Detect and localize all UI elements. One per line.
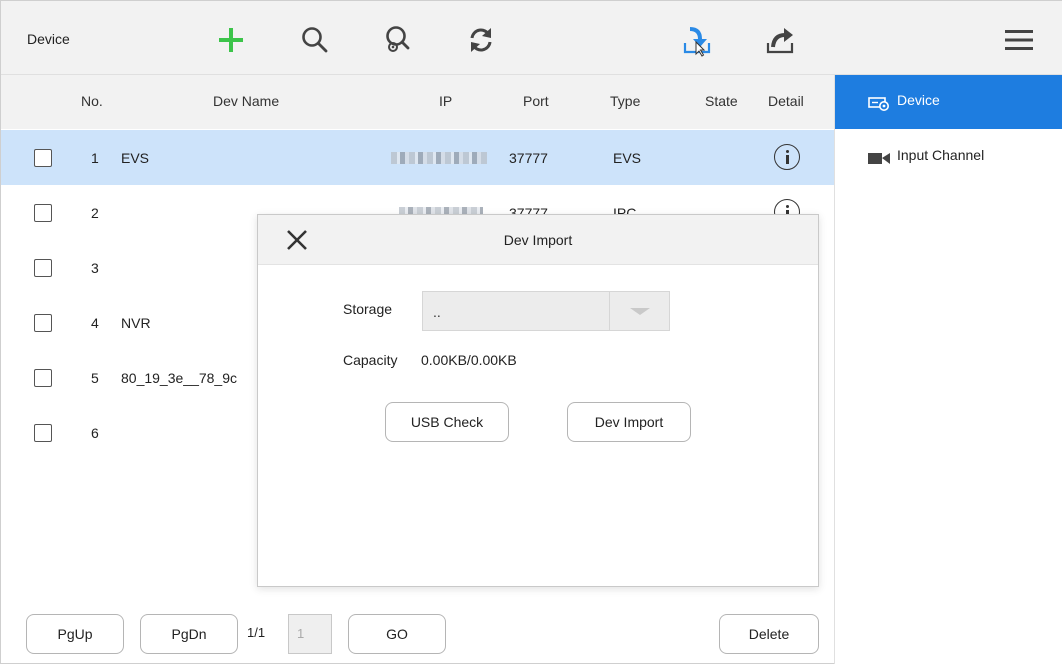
dialog-title: Dev Import <box>503 232 573 248</box>
search-icon[interactable] <box>298 23 332 57</box>
col-dev-name: Dev Name <box>213 93 280 109</box>
row-no: 1 <box>91 150 99 166</box>
sidebar-item-input-channel[interactable]: Input Channel <box>835 129 1062 183</box>
row-checkbox[interactable] <box>34 314 52 332</box>
row-no: 6 <box>91 425 99 441</box>
capacity-label: Capacity <box>343 352 398 368</box>
row-port: 37777 <box>509 150 548 166</box>
export-icon[interactable] <box>763 23 797 57</box>
sidebar-item-label: Device <box>897 92 940 108</box>
dev-import-dialog: Dev Import Storage .. Capacity 0.00KB/0.… <box>257 214 819 587</box>
page-title: Device <box>27 31 70 47</box>
menu-icon[interactable] <box>1002 23 1036 57</box>
row-no: 5 <box>91 370 99 386</box>
table-row[interactable]: 1 EVS 37777 EVS <box>1 130 834 185</box>
row-name: 80_19_3e__78_9c <box>121 370 238 386</box>
ip-redacted <box>391 152 487 164</box>
add-icon[interactable] <box>214 23 248 57</box>
col-port: Port <box>523 93 549 109</box>
capacity-value: 0.00KB/0.00KB <box>421 352 517 368</box>
delete-button[interactable]: Delete <box>719 614 819 654</box>
row-no: 3 <box>91 260 99 276</box>
import-icon[interactable] <box>680 23 714 57</box>
camera-icon <box>868 151 890 168</box>
storage-label: Storage <box>343 301 393 317</box>
col-detail: Detail <box>768 93 804 109</box>
row-no: 2 <box>91 205 99 221</box>
row-no: 4 <box>91 315 99 331</box>
usb-check-button[interactable]: USB Check <box>385 402 509 442</box>
sidebar-item-label: Input Channel <box>897 147 985 163</box>
device-icon <box>868 95 890 114</box>
col-state: State <box>705 93 738 109</box>
sidebar-item-device[interactable]: Device <box>835 75 1062 129</box>
row-checkbox[interactable] <box>34 259 52 277</box>
chevron-down-icon[interactable] <box>609 292 669 330</box>
row-type: EVS <box>613 150 642 166</box>
row-checkbox[interactable] <box>34 369 52 387</box>
col-no: No. <box>81 93 103 109</box>
row-name: NVR <box>121 315 151 331</box>
dev-import-button[interactable]: Dev Import <box>567 402 691 442</box>
pgup-button[interactable]: PgUp <box>26 614 124 654</box>
smart-search-icon[interactable] <box>381 23 415 57</box>
row-name: EVS <box>121 150 150 166</box>
table-header: No. Dev Name IP Port Type State Detail <box>1 75 834 129</box>
toolbar: Device <box>1 1 1062 75</box>
dialog-header: Dev Import <box>258 215 818 265</box>
col-ip: IP <box>439 93 453 109</box>
page-info: 1/1 <box>247 625 266 640</box>
pgdn-button[interactable]: PgDn <box>140 614 238 654</box>
page-input[interactable]: 1 <box>288 614 332 654</box>
storage-select[interactable]: .. <box>422 291 670 331</box>
col-type: Type <box>610 93 641 109</box>
row-checkbox[interactable] <box>34 424 52 442</box>
storage-value: .. <box>433 304 441 320</box>
refresh-icon[interactable] <box>464 23 498 57</box>
row-checkbox[interactable] <box>34 204 52 222</box>
row-checkbox[interactable] <box>34 149 52 167</box>
info-icon[interactable] <box>774 144 800 170</box>
right-panel: Device Input Channel <box>834 75 1062 664</box>
app-window: Device No. Dev Name IP Port Type State D… <box>0 0 1062 664</box>
go-button[interactable]: GO <box>348 614 446 654</box>
